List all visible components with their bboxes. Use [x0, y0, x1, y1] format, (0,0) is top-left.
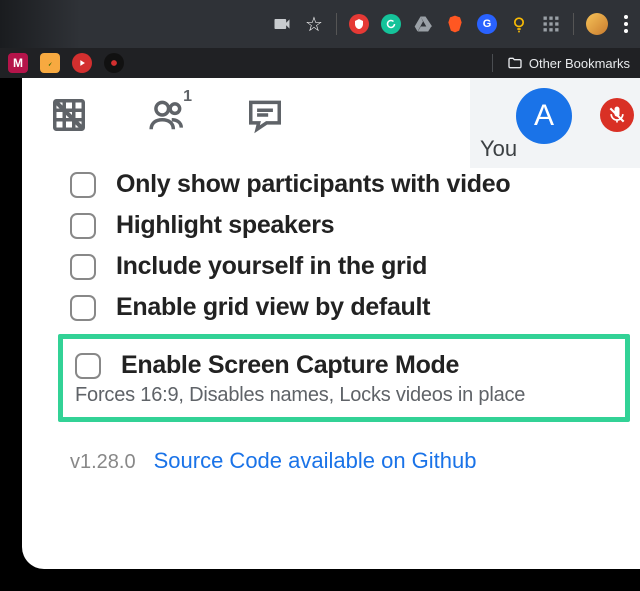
profile-avatar-icon[interactable]: [586, 13, 608, 35]
page-background: 1 A You: [0, 78, 640, 591]
checkbox[interactable]: [70, 295, 96, 321]
toolbar-divider: [336, 13, 337, 35]
option-enable-default[interactable]: Enable grid view by default: [70, 293, 620, 322]
bookmarks-left: M: [0, 53, 124, 73]
menu-dots-icon[interactable]: [620, 15, 632, 33]
option-include-self[interactable]: Include yourself in the grid: [70, 252, 620, 281]
myntra-chip[interactable]: M: [8, 53, 28, 73]
checkbox[interactable]: [75, 353, 101, 379]
youtube-music-chip[interactable]: [72, 53, 92, 73]
mic-muted-icon[interactable]: [600, 98, 634, 132]
grammarly-icon[interactable]: [381, 14, 401, 34]
github-link[interactable]: Source Code available on Github: [154, 448, 477, 474]
option-label: Enable Screen Capture Mode: [121, 351, 459, 380]
checkbox[interactable]: [70, 172, 96, 198]
other-bookmarks-folder[interactable]: Other Bookmarks: [507, 55, 630, 71]
grid-off-icon[interactable]: [50, 96, 88, 134]
people-icon[interactable]: 1: [148, 96, 186, 134]
dev-chip[interactable]: [104, 53, 124, 73]
star-icon[interactable]: ☆: [304, 14, 324, 34]
browser-toolbar: ☆ G: [0, 0, 640, 48]
translate-icon[interactable]: G: [477, 14, 497, 34]
footer: v1.28.0 Source Code available on Github: [22, 432, 640, 474]
version-text: v1.28.0: [70, 451, 136, 474]
self-label: You: [480, 136, 517, 162]
people-count: 1: [183, 88, 192, 106]
chat-icon[interactable]: [246, 96, 284, 134]
tabs-row: 1 A You: [22, 78, 640, 142]
option-description: Forces 16:9, Disables names, Locks video…: [75, 384, 617, 407]
toolbar-fade: [0, 0, 80, 48]
option-label: Include yourself in the grid: [116, 252, 427, 281]
avatar-letter: A: [534, 99, 554, 133]
highlighted-option-box: Enable Screen Capture Mode Forces 16:9, …: [58, 334, 630, 422]
lamp-icon[interactable]: [509, 14, 529, 34]
other-bookmarks-label: Other Bookmarks: [529, 56, 630, 71]
checkbox[interactable]: [70, 254, 96, 280]
option-label: Enable grid view by default: [116, 293, 430, 322]
self-video-tile[interactable]: A You: [470, 78, 640, 168]
option-only-video[interactable]: Only show participants with video: [70, 170, 620, 199]
toolbar-divider: [573, 13, 574, 35]
options-list: Only show participants with video Highli…: [22, 142, 640, 322]
bookmarks-divider: [492, 54, 493, 72]
brave-icon[interactable]: [445, 14, 465, 34]
adblock-icon[interactable]: [349, 14, 369, 34]
settings-card: 1 A You: [22, 78, 640, 569]
avatar: A: [516, 88, 572, 144]
apps-grid-icon[interactable]: [541, 14, 561, 34]
drive-icon[interactable]: [413, 14, 433, 34]
option-label: Only show participants with video: [116, 170, 510, 199]
option-highlight-speakers[interactable]: Highlight speakers: [70, 211, 620, 240]
checkbox[interactable]: [70, 213, 96, 239]
postman-chip[interactable]: [40, 53, 60, 73]
bookmarks-bar: M Other Bookmarks: [0, 48, 640, 78]
camera-icon[interactable]: [272, 14, 292, 34]
option-screen-capture[interactable]: Enable Screen Capture Mode: [75, 351, 617, 380]
option-label: Highlight speakers: [116, 211, 334, 240]
